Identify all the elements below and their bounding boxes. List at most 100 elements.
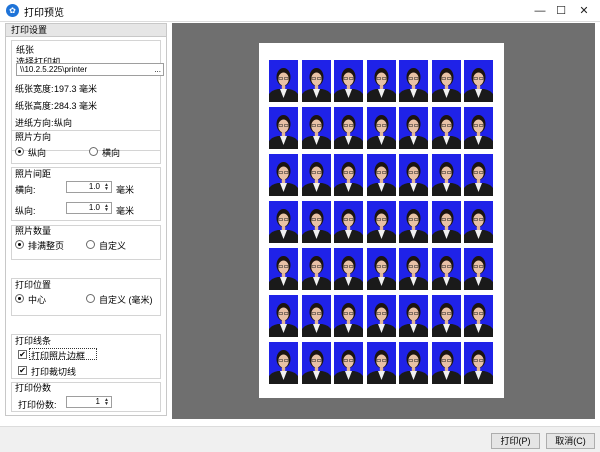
id-photo	[269, 342, 298, 384]
spinner-arrows-icon[interactable]: ▲ ▼	[104, 183, 109, 192]
print-button[interactable]: 打印(P)	[491, 433, 540, 449]
title-bar: ✿ 打印预览 — ☐ ✕	[0, 0, 600, 22]
id-photo	[367, 342, 396, 384]
window-title: 打印预览	[24, 8, 64, 19]
id-photo	[367, 295, 396, 337]
paper-height-label: 纸张高度:	[15, 101, 54, 111]
id-photo	[464, 154, 493, 196]
id-photo	[367, 154, 396, 196]
custom-quantity-label: 自定义	[99, 241, 127, 251]
id-photo	[432, 154, 461, 196]
print-cut-lines-checkbox[interactable]: ✔	[18, 366, 27, 375]
id-photo	[432, 201, 461, 243]
id-photo	[334, 342, 363, 384]
id-photo	[269, 295, 298, 337]
button-bar: 打印(P) 取消(C)	[0, 426, 600, 452]
id-photo	[302, 107, 331, 149]
id-photo	[399, 248, 428, 290]
vertical-spacing-stepper[interactable]: 1.0 ▲ ▼	[66, 202, 112, 214]
print-preview-canvas	[172, 23, 595, 419]
vertical-spacing-label: 纵向:	[15, 206, 36, 216]
id-photo	[399, 295, 428, 337]
app-logo-icon: ✿	[6, 4, 19, 17]
id-photo	[269, 154, 298, 196]
id-photo	[464, 201, 493, 243]
spinner-arrows-icon[interactable]: ▲ ▼	[104, 204, 109, 213]
id-photo	[432, 248, 461, 290]
custom-position-radio[interactable]	[86, 294, 95, 303]
id-photo	[464, 248, 493, 290]
id-photo	[302, 295, 331, 337]
copies-value: 1	[95, 397, 100, 406]
id-photo	[334, 107, 363, 149]
id-photo	[302, 60, 331, 102]
fill-page-radio[interactable]	[15, 240, 24, 249]
horizontal-spacing-unit: 毫米	[116, 185, 135, 195]
id-photo	[399, 201, 428, 243]
id-photo	[367, 248, 396, 290]
id-photo	[302, 201, 331, 243]
feed-direction-value: 纵向	[54, 118, 73, 128]
vertical-spacing-value: 1.0	[88, 203, 100, 212]
paper-width-label: 纸张宽度:	[15, 84, 54, 94]
id-photo	[367, 107, 396, 149]
paper-height-value: 284.3 毫米	[54, 101, 98, 111]
copies-label: 打印份数:	[18, 400, 57, 410]
id-photo	[464, 60, 493, 102]
id-photo	[269, 248, 298, 290]
id-photo	[334, 154, 363, 196]
id-photo	[399, 60, 428, 102]
id-photo	[432, 60, 461, 102]
cancel-button[interactable]: 取消(C)	[546, 433, 595, 449]
position-group-title: 打印位置	[15, 280, 52, 290]
id-photo	[302, 342, 331, 384]
id-photo	[269, 107, 298, 149]
id-photo	[432, 342, 461, 384]
print-cut-lines-label: 打印裁切线	[31, 367, 77, 377]
custom-position-label: 自定义 (毫米)	[99, 295, 153, 305]
horizontal-spacing-label: 横向:	[15, 185, 36, 195]
lines-group-title: 打印线条	[15, 336, 52, 346]
printer-path-value: \\10.2.5.225\printer	[20, 65, 88, 74]
close-button[interactable]: ✕	[568, 0, 600, 22]
id-photo	[367, 201, 396, 243]
center-label: 中心	[28, 295, 47, 305]
id-photo	[464, 295, 493, 337]
id-photo	[302, 248, 331, 290]
horizontal-spacing-stepper[interactable]: 1.0 ▲ ▼	[66, 181, 112, 193]
spinner-arrows-icon[interactable]: ▲ ▼	[104, 398, 109, 407]
spacing-group-title: 照片间距	[15, 169, 52, 179]
id-photo	[269, 201, 298, 243]
id-photo	[399, 154, 428, 196]
focus-outline	[29, 348, 97, 360]
browse-printer-button[interactable]: ...	[154, 64, 161, 75]
feed-direction-label: 进纸方向:	[15, 118, 54, 128]
paper-width-value: 197.3 毫米	[54, 84, 98, 94]
custom-quantity-radio[interactable]	[86, 240, 95, 249]
paper-sheet	[259, 43, 504, 398]
orientation-group-title: 照片方向	[15, 132, 52, 142]
id-photo	[334, 295, 363, 337]
id-photo	[302, 154, 331, 196]
portrait-label: 纵向	[28, 148, 47, 158]
print-settings-panel: 打印设置 纸张 选择打印机... \\10.2.5.225\printer ..…	[5, 23, 167, 416]
id-photo	[464, 107, 493, 149]
copies-stepper[interactable]: 1 ▲ ▼	[66, 396, 112, 408]
id-photo	[432, 295, 461, 337]
landscape-label: 横向	[102, 148, 121, 158]
center-radio[interactable]	[15, 294, 24, 303]
copies-group-title: 打印份数	[15, 383, 52, 393]
id-photo	[432, 107, 461, 149]
landscape-radio[interactable]	[89, 147, 98, 156]
id-photo	[334, 201, 363, 243]
print-border-checkbox[interactable]: ✔	[18, 350, 27, 359]
horizontal-spacing-value: 1.0	[88, 182, 100, 191]
settings-header: 打印设置	[6, 24, 166, 37]
portrait-radio[interactable]	[15, 147, 24, 156]
id-photo	[334, 248, 363, 290]
id-photo	[464, 342, 493, 384]
id-photo	[367, 60, 396, 102]
vertical-spacing-unit: 毫米	[116, 206, 135, 216]
printer-path-field[interactable]: \\10.2.5.225\printer ...	[16, 63, 164, 76]
id-photo	[269, 60, 298, 102]
